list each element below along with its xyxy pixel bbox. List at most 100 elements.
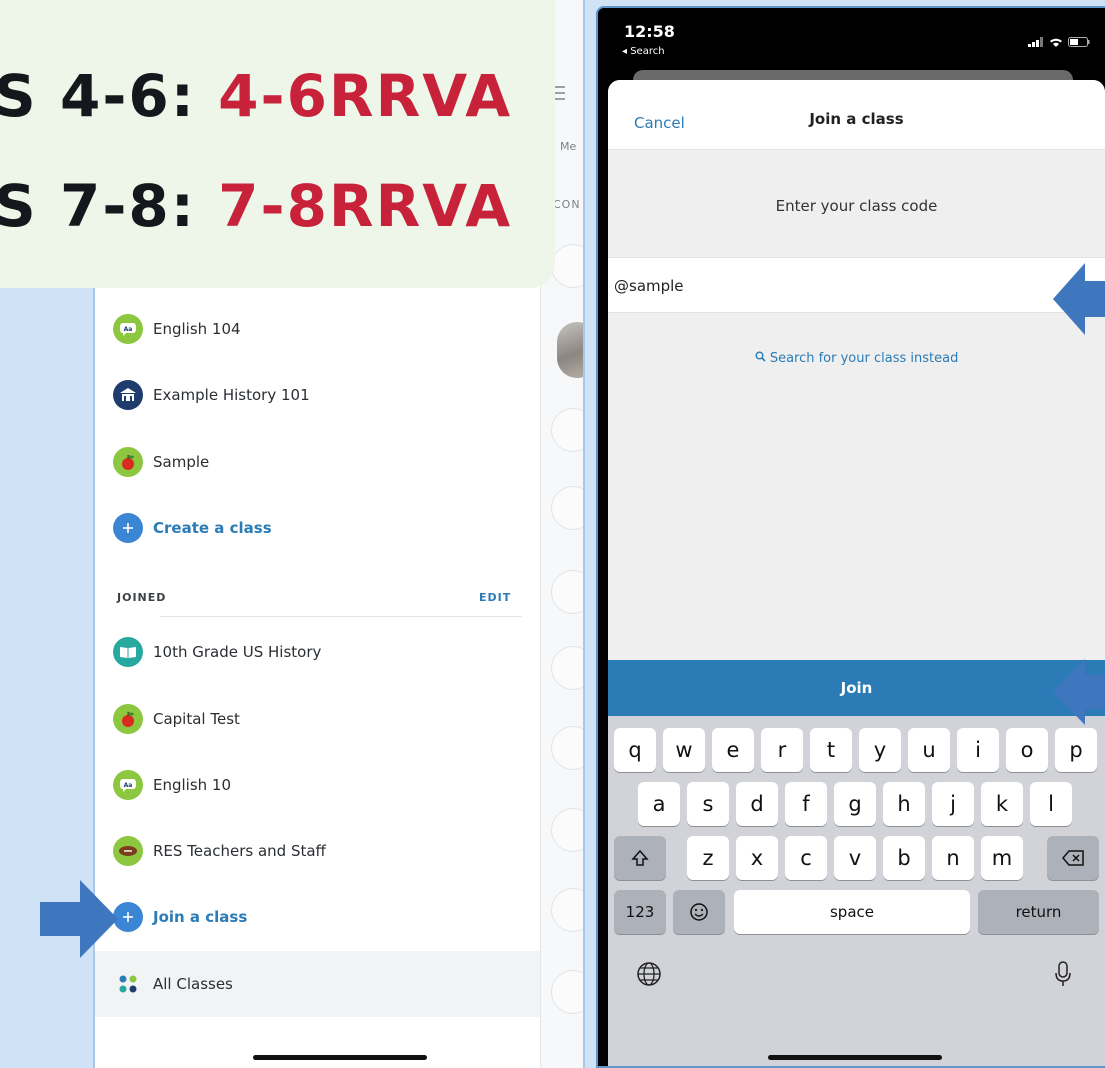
class-code-prompt: Enter your class code bbox=[775, 197, 938, 215]
join-class-button[interactable]: Join a class bbox=[113, 897, 247, 937]
class-item-capital-test[interactable]: Capital Test bbox=[113, 699, 240, 739]
join-button[interactable]: Join bbox=[608, 660, 1105, 716]
svg-text:Aa: Aa bbox=[124, 782, 133, 789]
key-t[interactable]: t bbox=[810, 728, 852, 772]
search-class-link[interactable]: Search for your class instead bbox=[608, 351, 1105, 366]
join-class-screen: 12:58 ◂ Search Cancel Join a class Enter… bbox=[596, 6, 1105, 1068]
backspace-icon bbox=[1062, 850, 1084, 866]
apple-icon bbox=[113, 704, 143, 734]
class-code-banner: S 4-6: 4-6RRVA S 7-8: 7-8RRVA bbox=[0, 0, 555, 288]
onscreen-keyboard: q w e r t y u i o p a s d f g h j k l z … bbox=[608, 716, 1105, 1066]
class-item-label: English 104 bbox=[153, 320, 241, 338]
key-u[interactable]: u bbox=[908, 728, 950, 772]
class-code-field bbox=[608, 257, 1105, 313]
speech-bubble-icon: Aa bbox=[113, 770, 143, 800]
signal-icon bbox=[1028, 32, 1044, 51]
key-b[interactable]: b bbox=[883, 836, 925, 880]
svg-text:Aa: Aa bbox=[124, 326, 133, 333]
book-icon bbox=[113, 637, 143, 667]
backspace-key[interactable] bbox=[1047, 836, 1099, 880]
key-x[interactable]: x bbox=[736, 836, 778, 880]
return-key[interactable]: return bbox=[978, 890, 1099, 934]
back-to-search-link[interactable]: ◂ Search bbox=[622, 46, 665, 57]
class-item-english-10[interactable]: Aa English 10 bbox=[113, 765, 231, 805]
tab-fragment: Me bbox=[560, 140, 577, 153]
divider bbox=[160, 616, 522, 617]
key-o[interactable]: o bbox=[1006, 728, 1048, 772]
key-n[interactable]: n bbox=[932, 836, 974, 880]
class-item-label: 10th Grade US History bbox=[153, 643, 322, 661]
emoji-key[interactable] bbox=[673, 890, 725, 934]
key-p[interactable]: p bbox=[1055, 728, 1097, 772]
grid-dots-icon bbox=[113, 969, 143, 999]
all-classes-label: All Classes bbox=[153, 975, 233, 993]
join-class-sheet: Cancel Join a class Enter your class cod… bbox=[608, 80, 1105, 1066]
apple-icon bbox=[113, 447, 143, 477]
class-code-input[interactable] bbox=[614, 268, 1014, 304]
class-item-sample[interactable]: Sample bbox=[113, 442, 209, 482]
all-classes-button[interactable]: All Classes bbox=[113, 964, 233, 1004]
class-item-10th-grade-us-history[interactable]: 10th Grade US History bbox=[113, 632, 321, 672]
key-z[interactable]: z bbox=[687, 836, 729, 880]
football-icon bbox=[113, 836, 143, 866]
key-h[interactable]: h bbox=[883, 782, 925, 826]
joined-section-header: JOINED bbox=[117, 591, 167, 604]
code-line-prefix: S 4-6: bbox=[0, 62, 219, 130]
class-item-label: Example History 101 bbox=[153, 386, 310, 404]
key-c[interactable]: c bbox=[785, 836, 827, 880]
key-f[interactable]: f bbox=[785, 782, 827, 826]
create-class-button[interactable]: Create a class bbox=[113, 508, 272, 548]
key-s[interactable]: s bbox=[687, 782, 729, 826]
key-j[interactable]: j bbox=[932, 782, 974, 826]
shift-icon bbox=[631, 849, 649, 866]
key-g[interactable]: g bbox=[834, 782, 876, 826]
key-d[interactable]: d bbox=[736, 782, 778, 826]
code-line-4-6: S 4-6: 4-6RRVA bbox=[0, 62, 512, 130]
battery-icon bbox=[1068, 32, 1090, 51]
key-l[interactable]: l bbox=[1030, 782, 1072, 826]
join-button-label: Join bbox=[840, 679, 873, 697]
class-code: 4-6RRVA bbox=[218, 62, 513, 130]
join-class-label: Join a class bbox=[153, 908, 248, 926]
class-code: 7-8RRVA bbox=[218, 172, 513, 240]
school-building-icon bbox=[113, 380, 143, 410]
page-title: Join a class bbox=[809, 110, 904, 128]
key-m[interactable]: m bbox=[981, 836, 1023, 880]
section-fragment: CON bbox=[553, 198, 581, 211]
class-item-label: Sample bbox=[153, 453, 210, 471]
pointer-arrow-code-input bbox=[1053, 263, 1105, 335]
search-class-label: Search for your class instead bbox=[769, 351, 959, 366]
key-k[interactable]: k bbox=[981, 782, 1023, 826]
plus-icon bbox=[113, 513, 143, 543]
shift-key[interactable] bbox=[614, 836, 666, 880]
speech-bubble-icon: Aa bbox=[113, 314, 143, 344]
key-v[interactable]: v bbox=[834, 836, 876, 880]
emoji-icon bbox=[690, 903, 708, 921]
pointer-arrow-join-button bbox=[1053, 659, 1105, 725]
globe-icon[interactable] bbox=[636, 961, 662, 991]
microphone-icon[interactable] bbox=[1053, 960, 1073, 992]
key-y[interactable]: y bbox=[859, 728, 901, 772]
key-a[interactable]: a bbox=[638, 782, 680, 826]
key-q[interactable]: q bbox=[614, 728, 656, 772]
code-line-7-8: S 7-8: 7-8RRVA bbox=[0, 172, 512, 240]
home-indicator[interactable] bbox=[253, 1055, 427, 1060]
home-indicator[interactable] bbox=[768, 1055, 942, 1060]
numbers-key[interactable]: 123 bbox=[614, 890, 666, 934]
class-item-english-104[interactable]: Aa English 104 bbox=[113, 309, 241, 349]
key-i[interactable]: i bbox=[957, 728, 999, 772]
pointer-arrow-join-class bbox=[40, 880, 118, 958]
key-e[interactable]: e bbox=[712, 728, 754, 772]
nav-bar: Cancel Join a class bbox=[608, 80, 1105, 150]
space-key[interactable]: space bbox=[734, 890, 970, 934]
create-class-label: Create a class bbox=[153, 519, 272, 537]
class-item-label: RES Teachers and Staff bbox=[153, 842, 326, 860]
avatar bbox=[557, 322, 583, 378]
search-icon bbox=[755, 351, 770, 366]
key-r[interactable]: r bbox=[761, 728, 803, 772]
class-item-example-history-101[interactable]: Example History 101 bbox=[113, 375, 310, 415]
edit-button[interactable]: EDIT bbox=[479, 591, 511, 604]
class-item-label: Capital Test bbox=[153, 710, 240, 728]
key-w[interactable]: w bbox=[663, 728, 705, 772]
class-item-res-teachers-and-staff[interactable]: RES Teachers and Staff bbox=[113, 831, 326, 871]
